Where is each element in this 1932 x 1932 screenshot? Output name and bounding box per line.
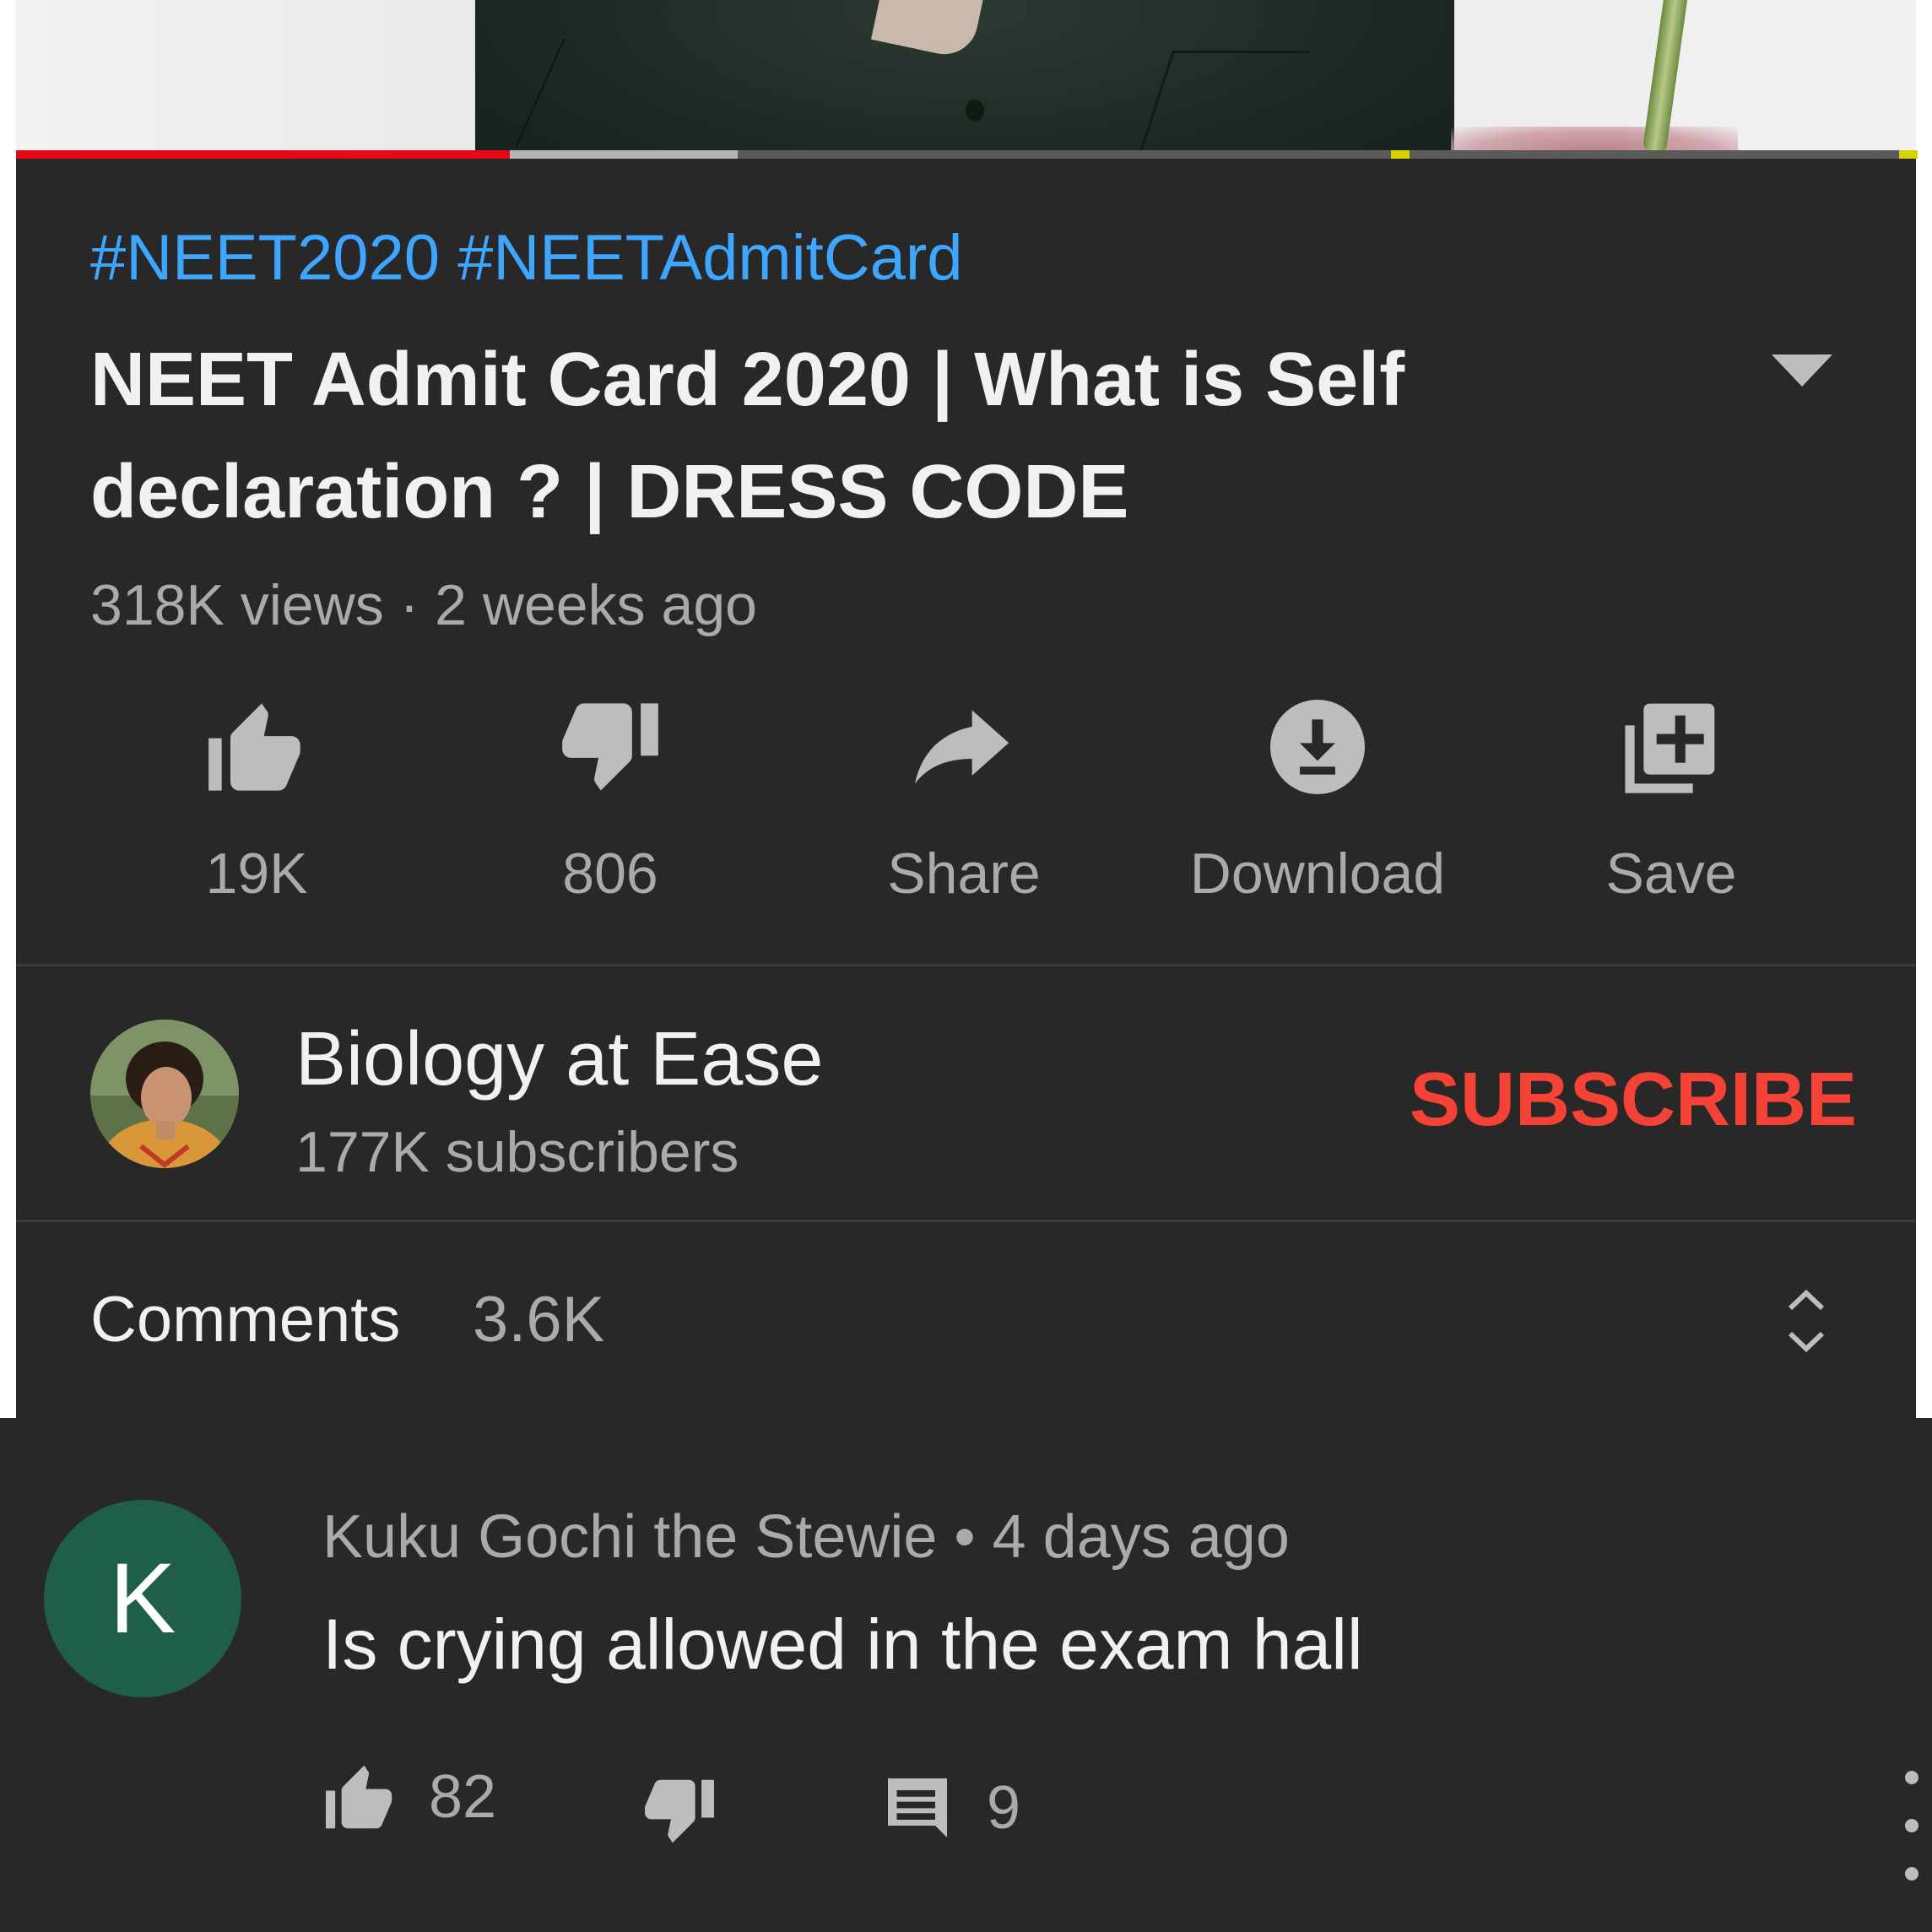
comment-reply-count: 9	[987, 1774, 1021, 1842]
comment-icon	[888, 1778, 947, 1837]
more-vert-icon-dot	[1905, 1819, 1918, 1832]
comment-more-button[interactable]	[1899, 1771, 1924, 1881]
divider	[16, 1220, 1916, 1222]
playlist-add-icon	[1604, 692, 1739, 802]
subscribe-button[interactable]: SUBSCRIBE	[1410, 1057, 1857, 1144]
channel-name[interactable]: Biology at Ease	[295, 1016, 823, 1103]
download-icon	[1250, 692, 1385, 802]
download-button[interactable]: Download	[1166, 692, 1469, 912]
ad-marker	[1391, 150, 1410, 159]
channel-avatar[interactable]	[90, 1020, 239, 1168]
video-frame-shirt-button	[966, 100, 984, 122]
more-vert-icon-dot	[1905, 1867, 1918, 1881]
comment-reply-button[interactable]: 9	[882, 1772, 1020, 1843]
thumb-up-icon	[189, 692, 324, 802]
more-vert-icon	[1905, 1771, 1918, 1784]
thumb-up-icon	[326, 1765, 392, 1829]
thumb-down-icon	[645, 1779, 714, 1843]
dislike-button[interactable]: 806	[458, 692, 762, 912]
dislike-count: 806	[562, 842, 658, 906]
save-button[interactable]: Save	[1519, 692, 1823, 912]
caret-down-icon	[1772, 354, 1832, 387]
unfold-more-icon	[1788, 1289, 1825, 1353]
save-label: Save	[1605, 842, 1737, 906]
comment-author-line[interactable]: Kuku Gochi the Stewie • 4 days ago	[322, 1502, 1290, 1572]
video-progress-played[interactable]	[16, 150, 510, 159]
video-meta: 318K views · 2 weeks ago	[90, 573, 757, 637]
comment-like-button[interactable]: 82	[322, 1762, 496, 1832]
comments-count: 3.6K	[473, 1284, 605, 1356]
video-title[interactable]: NEET Admit Card 2020 | What is Self decl…	[90, 324, 1745, 549]
divider	[16, 964, 1916, 966]
expand-comments-button[interactable]	[1781, 1283, 1832, 1359]
comment-dislike-button[interactable]	[641, 1777, 717, 1846]
ad-marker-end	[1899, 150, 1918, 159]
comments-header-label[interactable]: Comments	[90, 1283, 400, 1356]
comment-like-count: 82	[429, 1763, 497, 1831]
video-hashtags[interactable]: #NEET2020 #NEETAdmitCard	[90, 221, 962, 295]
share-label: Share	[887, 842, 1041, 906]
channel-avatar-image	[90, 1020, 239, 1168]
like-count: 19K	[205, 842, 308, 906]
video-frame-pot	[1451, 127, 1738, 150]
comment-author-avatar[interactable]: K	[44, 1500, 241, 1697]
share-icon	[896, 692, 1031, 802]
video-player[interactable]	[16, 0, 1916, 150]
share-button[interactable]: Share	[812, 692, 1116, 912]
subscriber-count: 177K subscribers	[295, 1120, 739, 1184]
expand-description-button[interactable]	[1768, 346, 1836, 397]
download-label: Download	[1189, 842, 1446, 906]
like-button[interactable]: 19K	[105, 692, 409, 912]
thumb-down-icon	[543, 692, 678, 802]
comment-text: Is crying allowed in the exam hall	[322, 1605, 1363, 1684]
